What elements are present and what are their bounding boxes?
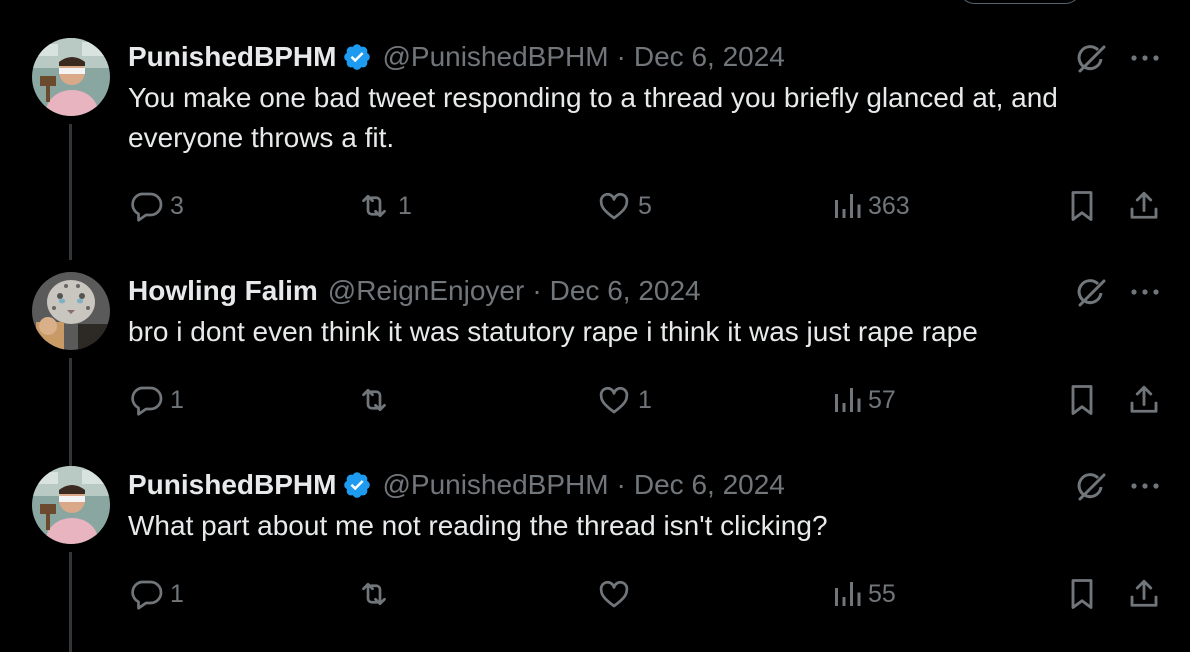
repost-count: 1 — [398, 191, 412, 220]
like-count: 5 — [638, 191, 652, 220]
views-count: 57 — [868, 385, 896, 414]
tweet-text: What part about me not reading the threa… — [128, 510, 828, 541]
more-icon[interactable] — [1128, 282, 1162, 302]
bookmark-button[interactable] — [1066, 574, 1098, 614]
tweet-text: bro i dont even think it was statutory r… — [128, 316, 978, 347]
more-icon[interactable] — [1128, 476, 1162, 496]
bookmark-icon — [1071, 579, 1093, 609]
handle[interactable]: @PunishedBPHM — [382, 40, 608, 74]
timestamp[interactable]: Dec 6, 2024 — [550, 274, 701, 308]
tweet-header: PunishedBPHM @PunishedBPHM · Dec 6, 2024 — [128, 40, 785, 74]
tweet-text: You make one bad tweet responding to a t… — [128, 82, 1058, 153]
thread-line — [69, 552, 72, 652]
views-button[interactable]: 55 — [832, 574, 896, 614]
repost-button[interactable]: 1 — [356, 186, 412, 226]
reply-button[interactable]: 1 — [128, 380, 184, 420]
thread-line — [69, 124, 72, 260]
bookmark-button[interactable] — [1066, 186, 1098, 226]
separator: · — [532, 275, 542, 306]
share-button[interactable] — [1126, 574, 1162, 614]
views-count: 363 — [868, 191, 910, 220]
action-bar: 3 1 5 363 — [128, 186, 1168, 226]
reply-button[interactable]: 1 — [128, 574, 184, 614]
reply-icon — [131, 386, 163, 416]
display-name[interactable]: Howling Falim — [128, 274, 318, 308]
avatar-punishedbphm[interactable] — [32, 38, 110, 116]
share-icon — [1130, 385, 1158, 413]
like-button[interactable]: 5 — [596, 186, 652, 226]
display-name[interactable]: PunishedBPHM — [128, 40, 336, 74]
thread-line — [69, 358, 72, 466]
grok-icon[interactable] — [1074, 276, 1108, 310]
views-button[interactable]: 57 — [832, 380, 896, 420]
verified-badge-icon — [342, 42, 372, 72]
like-icon — [599, 580, 629, 608]
grok-icon[interactable] — [1074, 42, 1108, 76]
reply-count: 1 — [170, 579, 184, 608]
share-button[interactable] — [1126, 186, 1162, 226]
views-icon — [835, 582, 861, 606]
views-count: 55 — [868, 579, 896, 608]
like-button[interactable] — [596, 574, 638, 614]
share-button[interactable] — [1126, 380, 1162, 420]
reply-icon — [131, 192, 163, 222]
reply-button[interactable]: 3 — [128, 186, 184, 226]
bookmark-icon — [1071, 385, 1093, 415]
avatar-punishedbphm[interactable] — [32, 466, 110, 544]
bookmark-button[interactable] — [1066, 380, 1098, 420]
repost-icon — [362, 582, 386, 606]
share-icon — [1130, 191, 1158, 219]
views-icon — [835, 388, 861, 412]
repost-icon — [362, 194, 386, 218]
more-icon[interactable] — [1128, 48, 1162, 68]
handle[interactable]: @ReignEnjoyer — [328, 274, 525, 308]
views-icon — [835, 194, 861, 218]
reply-count: 1 — [170, 385, 184, 414]
display-name[interactable]: PunishedBPHM — [128, 468, 336, 502]
grok-icon[interactable] — [1074, 470, 1108, 504]
repost-button[interactable] — [356, 380, 398, 420]
avatar-howlingfalim[interactable] — [32, 272, 110, 350]
top-button-edge[interactable] — [958, 0, 1082, 4]
timestamp[interactable]: Dec 6, 2024 — [634, 468, 785, 502]
verified-badge-icon — [342, 470, 372, 500]
like-count: 1 — [638, 385, 652, 414]
action-bar: 1 1 57 — [128, 380, 1168, 420]
timestamp[interactable]: Dec 6, 2024 — [634, 40, 785, 74]
tweet-header: PunishedBPHM @PunishedBPHM · Dec 6, 2024 — [128, 468, 785, 502]
reply-count: 3 — [170, 191, 184, 220]
repost-button[interactable] — [356, 574, 398, 614]
reply-icon — [131, 580, 163, 610]
share-icon — [1130, 579, 1158, 607]
bookmark-icon — [1071, 191, 1093, 221]
like-icon — [599, 386, 629, 414]
like-button[interactable]: 1 — [596, 380, 652, 420]
handle[interactable]: @PunishedBPHM — [382, 468, 608, 502]
like-icon — [599, 192, 629, 220]
tweet-header: Howling Falim @ReignEnjoyer · Dec 6, 202… — [128, 274, 701, 308]
action-bar: 1 55 — [128, 574, 1168, 614]
separator: · — [616, 41, 626, 72]
repost-icon — [362, 388, 386, 412]
separator: · — [616, 469, 626, 500]
views-button[interactable]: 363 — [832, 186, 910, 226]
